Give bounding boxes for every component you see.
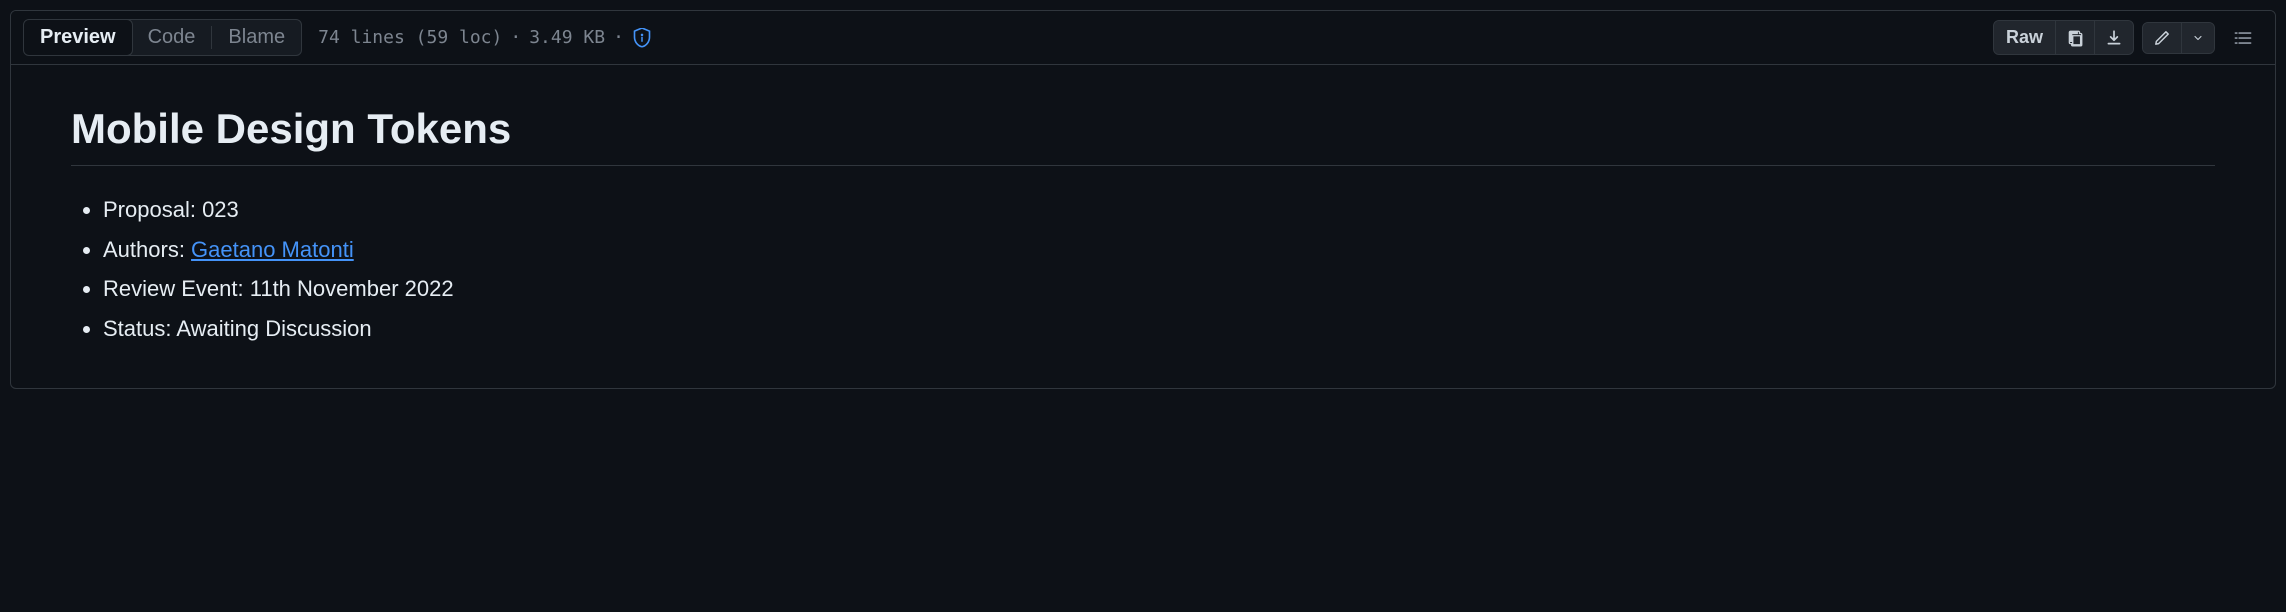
page-title: Mobile Design Tokens (71, 105, 2215, 166)
tab-preview[interactable]: Preview (23, 19, 133, 56)
file-lines: 74 lines (59 loc) (318, 27, 502, 48)
action-group: Raw (1993, 20, 2263, 55)
chevron-down-icon (2192, 32, 2204, 44)
file-info: 74 lines (59 loc) · 3.49 KB · (318, 27, 652, 48)
separator-dot: · (613, 27, 624, 48)
raw-button-group: Raw (1993, 20, 2134, 55)
file-toolbar: Preview Code Blame 74 lines (59 loc) · 3… (11, 11, 2275, 65)
edit-button[interactable] (2143, 23, 2181, 53)
file-size: 3.49 KB (529, 27, 605, 48)
list-item: Status: Awaiting Discussion (103, 309, 2215, 349)
status-label: Status: (103, 316, 176, 341)
list-item: Authors: Gaetano Matonti (103, 230, 2215, 270)
copy-icon (2066, 29, 2084, 47)
tab-code[interactable]: Code (132, 20, 212, 55)
view-tab-group: Preview Code Blame (23, 19, 302, 56)
edit-button-group (2142, 22, 2215, 54)
review-value: 11th November 2022 (250, 276, 454, 301)
copy-button[interactable] (2055, 21, 2094, 54)
edit-dropdown-button[interactable] (2181, 23, 2214, 53)
download-button[interactable] (2094, 21, 2133, 54)
tab-blame[interactable]: Blame (212, 20, 301, 55)
review-label: Review Event: (103, 276, 250, 301)
list-icon (2233, 28, 2253, 48)
author-link[interactable]: Gaetano Matonti (191, 237, 354, 262)
separator-dot: · (510, 27, 521, 48)
download-icon (2105, 29, 2123, 47)
metadata-list: Proposal: 023 Authors: Gaetano Matonti R… (71, 190, 2215, 348)
markdown-content: Mobile Design Tokens Proposal: 023 Autho… (11, 65, 2275, 388)
outline-button[interactable] (2223, 22, 2263, 54)
status-value: Awaiting Discussion (176, 316, 371, 341)
pencil-icon (2153, 29, 2171, 47)
shield-icon[interactable] (632, 28, 652, 48)
file-view-container: Preview Code Blame 74 lines (59 loc) · 3… (10, 10, 2276, 389)
authors-label: Authors: (103, 237, 191, 262)
proposal-label: Proposal: (103, 197, 202, 222)
list-item: Proposal: 023 (103, 190, 2215, 230)
raw-button[interactable]: Raw (1994, 21, 2055, 54)
list-item: Review Event: 11th November 2022 (103, 269, 2215, 309)
proposal-value: 023 (202, 197, 239, 222)
